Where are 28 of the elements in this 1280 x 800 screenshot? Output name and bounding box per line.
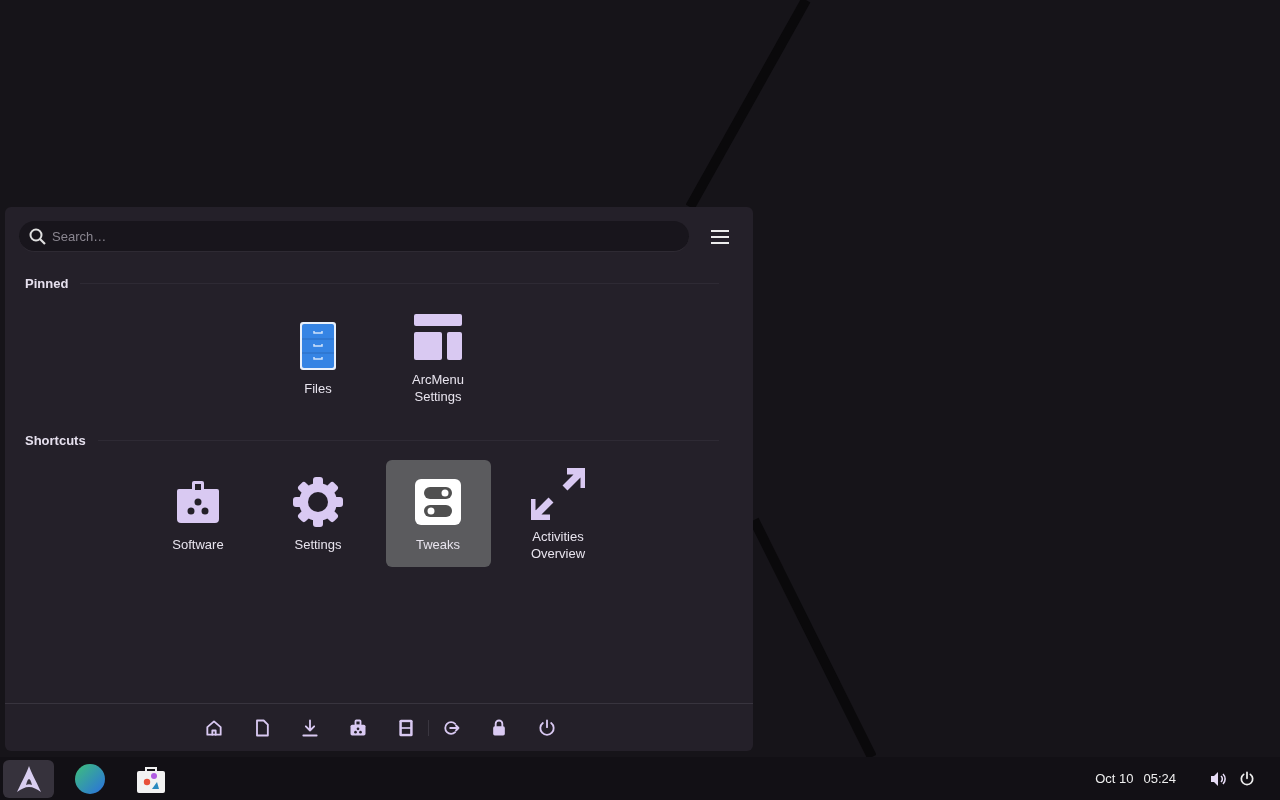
app-launcher[interactable]: Tweaks [385,460,491,567]
file-cabinet-icon [396,717,416,738]
shopping-bag-icon [175,481,221,523]
expand-arrows-icon [531,467,585,520]
app-launcher[interactable]: Files [265,303,371,411]
app-launcher[interactable]: Software [145,460,251,567]
globe-icon [73,762,106,795]
file-cabinet-icon [300,321,336,370]
taskbar-app-button[interactable] [3,759,54,798]
section-heading: Shortcuts [25,431,86,450]
clock[interactable]: Oct 10 05:24 [1095,768,1176,789]
power-icon [537,717,557,738]
section-heading: Pinned [25,275,69,293]
arch-logo-icon [14,764,43,793]
app-launcher[interactable]: Settings [265,460,371,567]
volume-icon [1210,770,1227,787]
system-status-button[interactable] [1210,770,1255,787]
gear-icon [292,476,344,528]
layout-icon [414,314,462,360]
bag-icon [348,717,368,738]
app-launcher[interactable]: Activities Overview [505,460,611,567]
search-field[interactable]: Search… [19,221,689,252]
search-icon [29,228,46,245]
power-icon [1239,770,1255,787]
app-launcher[interactable]: ArcMenu Settings [385,303,491,411]
toggle-switches-icon [415,479,461,525]
menu-icon [711,228,729,245]
download-icon [300,717,320,738]
